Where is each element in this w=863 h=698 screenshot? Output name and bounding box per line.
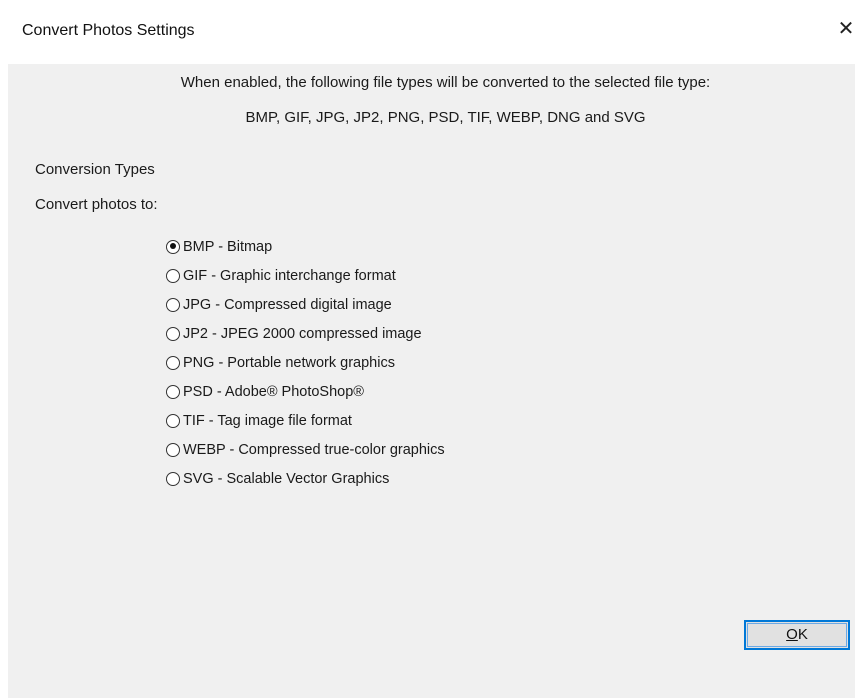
- radio-button[interactable]: [166, 297, 180, 312]
- radio-button[interactable]: [166, 442, 180, 457]
- convert-photos-to-label: Convert photos to:: [35, 196, 158, 213]
- radio-button[interactable]: [166, 384, 180, 399]
- ok-button[interactable]: OK: [744, 620, 850, 650]
- radio-label[interactable]: GIF - Graphic interchange format: [183, 268, 396, 284]
- radio-label[interactable]: JPG - Compressed digital image: [183, 297, 392, 313]
- radio-label[interactable]: JP2 - JPEG 2000 compressed image: [183, 326, 422, 342]
- radio-label[interactable]: PNG - Portable network graphics: [183, 355, 395, 371]
- radio-button[interactable]: [166, 471, 180, 486]
- ok-button-mnemonic: O: [786, 626, 798, 643]
- radio-option-webp[interactable]: WEBP - Compressed true-color graphics: [166, 435, 445, 464]
- radio-button[interactable]: [166, 326, 180, 341]
- radio-option-tif[interactable]: TIF - Tag image file format: [166, 406, 445, 435]
- radio-option-png[interactable]: PNG - Portable network graphics: [166, 348, 445, 377]
- radio-option-svg[interactable]: SVG - Scalable Vector Graphics: [166, 464, 445, 493]
- radio-label[interactable]: PSD - Adobe® PhotoShop®: [183, 384, 364, 400]
- dialog-body: When enabled, the following file types w…: [8, 64, 855, 698]
- radio-button[interactable]: [166, 239, 180, 254]
- radio-label[interactable]: BMP - Bitmap: [183, 239, 272, 255]
- description-text: When enabled, the following file types w…: [180, 74, 711, 91]
- close-icon[interactable]: ✕: [835, 18, 857, 40]
- file-types-list-text: BMP, GIF, JPG, JP2, PNG, PSD, TIF, WEBP,…: [245, 109, 646, 126]
- title-bar[interactable]: Convert Photos Settings ✕: [0, 0, 863, 64]
- radio-option-psd[interactable]: PSD - Adobe® PhotoShop®: [166, 377, 445, 406]
- radio-label[interactable]: WEBP - Compressed true-color graphics: [183, 442, 445, 458]
- radio-label[interactable]: SVG - Scalable Vector Graphics: [183, 471, 389, 487]
- dialog-title: Convert Photos Settings: [22, 22, 195, 39]
- radio-button[interactable]: [166, 355, 180, 370]
- radio-option-jpg[interactable]: JPG - Compressed digital image: [166, 290, 445, 319]
- ok-button-label-rest: K: [797, 626, 808, 643]
- conversion-types-label: Conversion Types: [35, 161, 155, 178]
- convert-photos-settings-dialog: Convert Photos Settings ✕ When enabled, …: [0, 0, 863, 698]
- radio-button[interactable]: [166, 268, 180, 283]
- radio-button[interactable]: [166, 413, 180, 428]
- radio-option-bmp[interactable]: BMP - Bitmap: [166, 232, 445, 261]
- radio-option-gif[interactable]: GIF - Graphic interchange format: [166, 261, 445, 290]
- radio-option-jp2[interactable]: JP2 - JPEG 2000 compressed image: [166, 319, 445, 348]
- conversion-type-radio-group: BMP - Bitmap GIF - Graphic interchange f…: [166, 232, 445, 493]
- radio-label[interactable]: TIF - Tag image file format: [183, 413, 352, 429]
